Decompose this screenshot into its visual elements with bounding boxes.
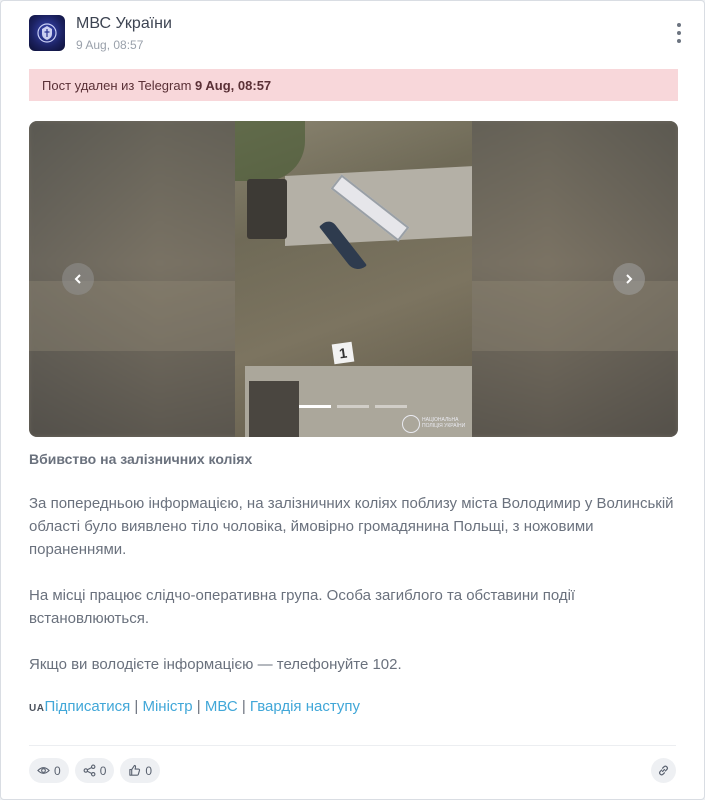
media-carousel[interactable]: 1 НАЦІОНАЛЬНА ПОЛІЦІЯ УКРАЇНИ <box>29 121 678 437</box>
more-dot-icon <box>677 23 681 27</box>
reactions-count: 0 <box>145 763 153 778</box>
channel-name[interactable]: МВС України <box>76 15 172 33</box>
more-dot-icon <box>677 39 681 43</box>
thumbs-up-icon <box>129 764 141 776</box>
carousel-indicator[interactable] <box>299 405 331 408</box>
link-icon <box>658 765 669 776</box>
views-counter[interactable]: 0 <box>29 758 69 783</box>
deleted-notice-banner: Пост удален из Telegram 9 Aug, 08:57 <box>29 69 678 101</box>
photo-rail-bracket-lower <box>249 381 299 437</box>
deleted-notice-text: Пост удален из Telegram <box>42 78 196 93</box>
link-separator: | <box>130 698 143 715</box>
photo-evidence-marker: 1 <box>331 341 355 365</box>
carousel-photo[interactable]: 1 НАЦІОНАЛЬНА ПОЛІЦІЯ УКРАЇНИ <box>235 121 472 437</box>
police-emblem-icon <box>37 23 57 43</box>
more-dot-icon <box>677 31 681 35</box>
ua-flag-label: UA <box>29 703 45 714</box>
footer-divider <box>29 745 676 746</box>
carousel-indicators <box>299 405 407 408</box>
post-paragraph: За попередньою інформацією, на залізничн… <box>29 495 674 558</box>
more-options-button[interactable] <box>674 23 684 43</box>
shares-counter[interactable]: 0 <box>74 758 115 783</box>
minister-link[interactable]: Міністр <box>142 698 192 715</box>
post-title: Вбивство на залізничних коліях <box>29 451 253 467</box>
share-icon <box>83 764 96 777</box>
post-stats: 0 0 0 <box>29 758 161 783</box>
post-date: 9 Aug, 08:57 <box>76 38 144 52</box>
carousel-next-button[interactable] <box>613 263 645 295</box>
post-card: МВС України 9 Aug, 08:57 Пост удален из … <box>0 0 705 800</box>
deleted-notice-date: 9 Aug, 08:57 <box>195 78 272 93</box>
photo-rail-bracket <box>247 179 287 239</box>
subscribe-link[interactable]: Підписатися <box>44 698 130 715</box>
police-watermark: НАЦІОНАЛЬНА ПОЛІЦІЯ УКРАЇНИ <box>400 415 466 433</box>
chevron-right-icon <box>626 274 633 284</box>
post-paragraph: На місці працює слідчо-оперативна група.… <box>29 587 576 627</box>
chevron-left-icon <box>74 274 81 284</box>
post-paragraph: Якщо ви володієте інформацією — телефону… <box>29 656 402 673</box>
views-count: 0 <box>54 763 61 778</box>
reactions-counter[interactable]: 0 <box>120 758 161 783</box>
mvs-link[interactable]: МВС <box>205 698 238 715</box>
eye-icon <box>37 767 50 774</box>
channel-avatar[interactable] <box>29 15 65 51</box>
post-links: UAПідписатися | Міністр | МВС | Гвардія … <box>29 698 360 715</box>
shares-count: 0 <box>99 763 107 778</box>
photo-grass <box>235 121 305 181</box>
guard-link[interactable]: Гвардія наступу <box>250 698 360 715</box>
carousel-indicator[interactable] <box>337 405 369 408</box>
link-separator: | <box>237 698 250 715</box>
post-header: МВС України 9 Aug, 08:57 <box>29 15 684 55</box>
carousel-indicator[interactable] <box>375 405 407 408</box>
link-separator: | <box>192 698 205 715</box>
copy-link-button[interactable] <box>651 758 676 783</box>
carousel-prev-button[interactable] <box>62 263 94 295</box>
